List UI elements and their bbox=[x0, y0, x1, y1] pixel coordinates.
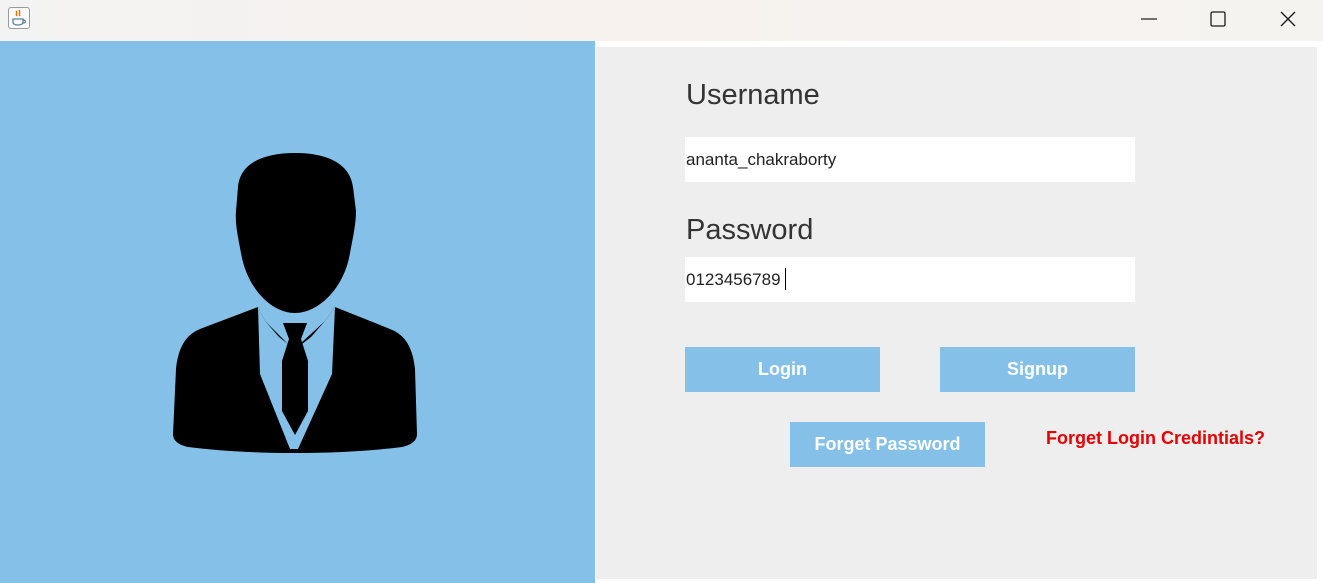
username-field[interactable] bbox=[685, 137, 1135, 182]
maximize-button[interactable] bbox=[1183, 0, 1253, 38]
minimize-button[interactable] bbox=[1114, 0, 1184, 38]
java-app-icon[interactable] bbox=[8, 7, 30, 29]
close-icon bbox=[1280, 11, 1296, 27]
login-form-panel: Username Password Login Signup Forget Pa… bbox=[596, 47, 1317, 579]
password-label: Password bbox=[686, 214, 814, 246]
signup-button[interactable]: Signup bbox=[940, 347, 1135, 392]
forget-credentials-link[interactable]: Forget Login Credintials? bbox=[1046, 428, 1265, 449]
maximize-icon bbox=[1210, 11, 1226, 27]
password-field[interactable] bbox=[685, 257, 1135, 302]
forget-password-button[interactable]: Forget Password bbox=[790, 422, 985, 467]
text-cursor bbox=[785, 268, 786, 290]
user-avatar-icon bbox=[173, 153, 417, 453]
login-button[interactable]: Login bbox=[685, 347, 880, 392]
left-image-panel bbox=[0, 41, 595, 583]
close-button[interactable] bbox=[1253, 0, 1323, 38]
title-bar bbox=[0, 0, 1323, 41]
minimize-icon bbox=[1141, 18, 1157, 20]
username-label: Username bbox=[686, 79, 820, 111]
